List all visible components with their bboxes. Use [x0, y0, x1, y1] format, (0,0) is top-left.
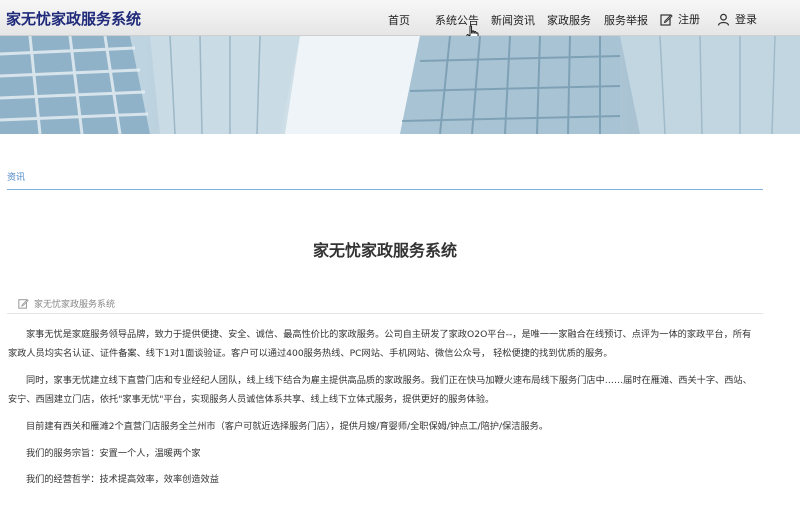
article-paragraph: 家事无忧是家庭服务领导品牌，致力于提供便捷、安全、诚信、最高性价比的家政服务。公… [26, 329, 752, 340]
article-paragraph: 安宁、西固建立门店，依托"家事无忧"平台，实现服务人员诚信体系共享、线上线下立体… [8, 394, 495, 405]
edit-icon [18, 299, 29, 309]
article-paragraph: 同时，家事无忧建立线下直营门店和专业经纪人团队，线上线下结合为雇主提供高品质的家… [26, 375, 752, 386]
login-label: 登录 [735, 13, 757, 26]
top-navbar: 家无忧家政服务系统 首页 系统公告 新闻资讯 家政服务 服务举报 注册 登录 [0, 0, 800, 42]
edit-icon [660, 13, 673, 26]
site-brand[interactable]: 家无忧家政服务系统 [6, 8, 141, 29]
article-paragraph: 我们的经营哲学：技术提高效率，效率创造效益 [26, 474, 219, 485]
register-link[interactable]: 注册 [660, 11, 700, 27]
register-label: 注册 [678, 13, 700, 26]
building-image [0, 36, 800, 134]
nav-news-label: 新闻资讯 [491, 14, 535, 27]
meta-divider [7, 313, 763, 314]
article-meta-text: 家无忧家政服务系统 [34, 300, 116, 310]
article-paragraph: 目前建有西关和雁滩2个直营门店服务全兰州市（客户可就近选择服务门店），提供月嫂/… [26, 421, 549, 432]
hero-banner [0, 36, 800, 134]
login-link[interactable]: 登录 [717, 11, 757, 27]
article-paragraph: 我们的服务宗旨：安置一个人，温暖两个家 [26, 448, 201, 459]
nav-home-label: 首页 [388, 14, 410, 27]
nav-report-label: 服务举报 [604, 14, 648, 27]
nav-services-label: 家政服务 [547, 14, 591, 27]
nav-home[interactable]: 首页 [388, 12, 410, 28]
article-meta: 家无忧家政服务系统 [18, 297, 115, 310]
section-divider [7, 189, 763, 190]
nav-report[interactable]: 服务举报 [604, 12, 648, 28]
user-icon [717, 13, 730, 26]
nav-news[interactable]: 新闻资讯 [491, 12, 535, 28]
nav-services[interactable]: 家政服务 [547, 12, 591, 28]
section-label: 资讯 [7, 173, 26, 183]
article-title: 家无忧家政服务系统 [312, 241, 457, 260]
article-paragraph: 家政人员均实名认证、证件备案、线下1对1面谈验证。客户可以通过400服务热线、P… [8, 348, 613, 359]
